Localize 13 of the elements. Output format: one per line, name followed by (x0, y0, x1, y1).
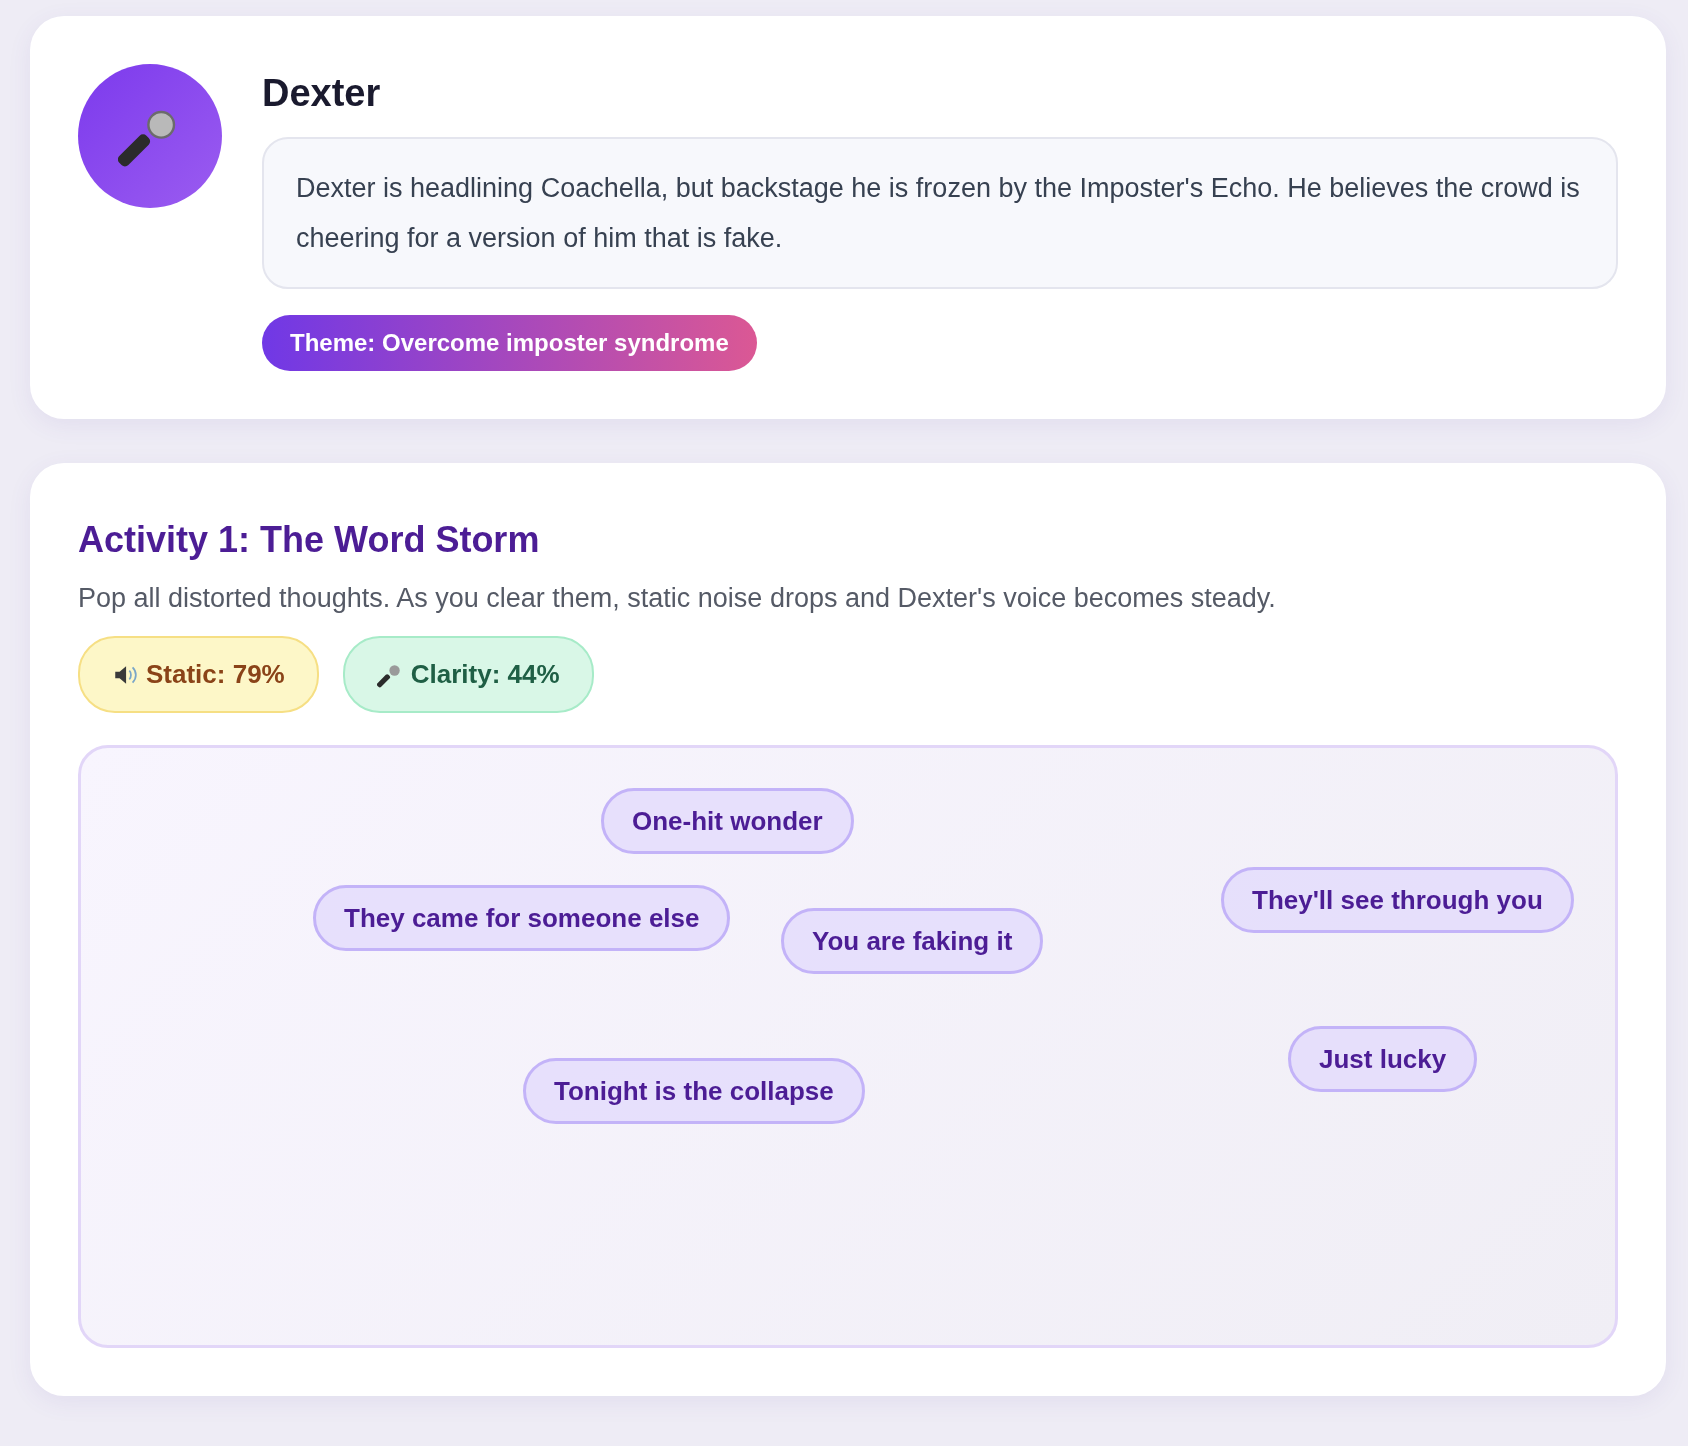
meter-label: Static: 79% (146, 659, 285, 690)
meter-label: Clarity: 44% (410, 659, 560, 690)
activity-instructions: Pop all distorted thoughts. As you clear them, static noise drops and Dexter's voice becomes steady. (78, 583, 1277, 614)
thought-bubble[interactable]: You are faking it (781, 908, 1044, 974)
thought-bubble[interactable]: They'll see through you (1221, 867, 1574, 933)
theme-badge: Theme: Overcome imposter syndrome (262, 315, 757, 371)
story-text: Dexter is headlining Coachella, but backstage he is frozen by the Imposter's Echo. He believes the crowd is cheering for a version of him that is fake. (262, 137, 1618, 289)
activity-title: Activity 1: The Word Storm (78, 519, 541, 561)
thought-bubble[interactable]: Just lucky (1288, 1026, 1478, 1092)
thought-bubble[interactable]: They came for someone else (313, 885, 731, 951)
thought-bubble[interactable]: Tonight is the collapse (523, 1058, 865, 1124)
character-name: Dexter (262, 72, 381, 115)
thought-bubble[interactable]: One-hit wonder (601, 788, 854, 854)
